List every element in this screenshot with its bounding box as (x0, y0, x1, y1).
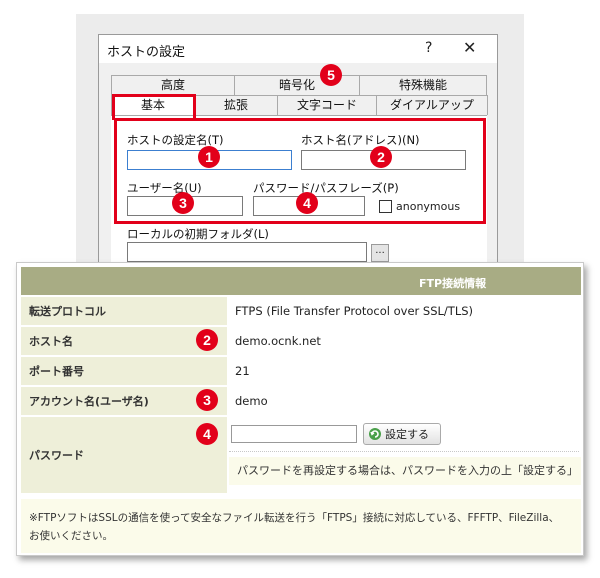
ftp-info-header: FTP接続情報 (21, 267, 581, 295)
badge-4: 4 (296, 192, 318, 214)
port-label: ポート番号 (21, 357, 227, 385)
browse-button[interactable]: ... (371, 244, 389, 262)
table-badge-2: 2 (196, 329, 218, 351)
host-name-label: ホスト名(アドレス)(N) (301, 133, 420, 147)
badge-2: 2 (370, 146, 392, 168)
local-folder-input[interactable] (127, 242, 367, 262)
host-settings-dialog: ホストの設定 ? ✕ 高度 暗号化 特殊機能 基本 拡張 文字コード ダイアルア… (98, 34, 498, 266)
password-divider (229, 451, 579, 452)
password-hint: パスワードを再設定する場合は、パスワードを入力の上「設定する」 (229, 457, 581, 485)
password-label: パスワード/パスフレーズ(P) (253, 181, 399, 195)
ftp-info-panel: FTP接続情報 転送プロトコル FTPS (File Transfer Prot… (16, 262, 584, 556)
account-value: demo (229, 387, 581, 415)
tab-dialup[interactable]: ダイアルアップ (376, 95, 488, 115)
tab-advanced[interactable]: 高度 (111, 75, 235, 95)
badge-3: 3 (172, 192, 194, 214)
row-account: アカウント名(ユーザ名) demo (21, 387, 581, 415)
row-port: ポート番号 21 (21, 357, 581, 385)
close-button[interactable]: ✕ (463, 38, 476, 57)
anonymous-checkbox-wrap[interactable]: anonymous (379, 200, 460, 213)
protocol-label: 転送プロトコル (21, 297, 227, 325)
tab-special[interactable]: 特殊機能 (359, 75, 487, 95)
tab-row-back: 高度 暗号化 特殊機能 (111, 75, 487, 95)
set-password-label: 設定する (385, 428, 429, 441)
protocol-value: FTPS (File Transfer Protocol over SSL/TL… (229, 297, 581, 325)
badge-1: 1 (198, 146, 220, 168)
set-password-button[interactable]: 設定する (363, 423, 441, 445)
row-host: ホスト名 demo.ocnk.net (21, 327, 581, 355)
ftp-password-input[interactable] (231, 425, 357, 443)
anonymous-label: anonymous (396, 200, 461, 213)
tab-extended[interactable]: 拡張 (194, 95, 278, 115)
row-protocol: 転送プロトコル FTPS (File Transfer Protocol ove… (21, 297, 581, 325)
anonymous-checkbox[interactable] (379, 200, 392, 213)
help-button[interactable]: ? (425, 40, 432, 56)
ftps-note-line2: お使いください。 (29, 530, 113, 542)
ftps-note: ※FTPソフトはSSLの通信を使って安全なファイル転送を行う「FTPS」接続に対… (21, 499, 581, 553)
badge-5: 5 (320, 64, 342, 86)
host-value: demo.ocnk.net (229, 327, 581, 355)
basic-panel: ホストの設定名(T) ホスト名(アドレス)(N) ユーザー名(U) パスワード/… (111, 115, 487, 266)
tab-charset[interactable]: 文字コード (277, 95, 377, 115)
ftp-info-title: FTP接続情報 (419, 277, 487, 290)
ftps-note-line1: ※FTPソフトはSSLの通信を使って安全なファイル転送を行う「FTPS」接続に対… (29, 512, 560, 524)
highlight-basic-tab (112, 94, 196, 120)
dialog-titlebar: ホストの設定 ? ✕ (99, 35, 497, 63)
table-badge-4: 4 (196, 423, 218, 445)
refresh-icon (369, 428, 381, 440)
dialog-title: ホストの設定 (107, 45, 186, 60)
port-value: 21 (229, 357, 581, 385)
local-folder-label: ローカルの初期フォルダ(L) (127, 227, 269, 241)
user-name-label: ユーザー名(U) (127, 181, 202, 195)
table-badge-3: 3 (196, 389, 218, 411)
